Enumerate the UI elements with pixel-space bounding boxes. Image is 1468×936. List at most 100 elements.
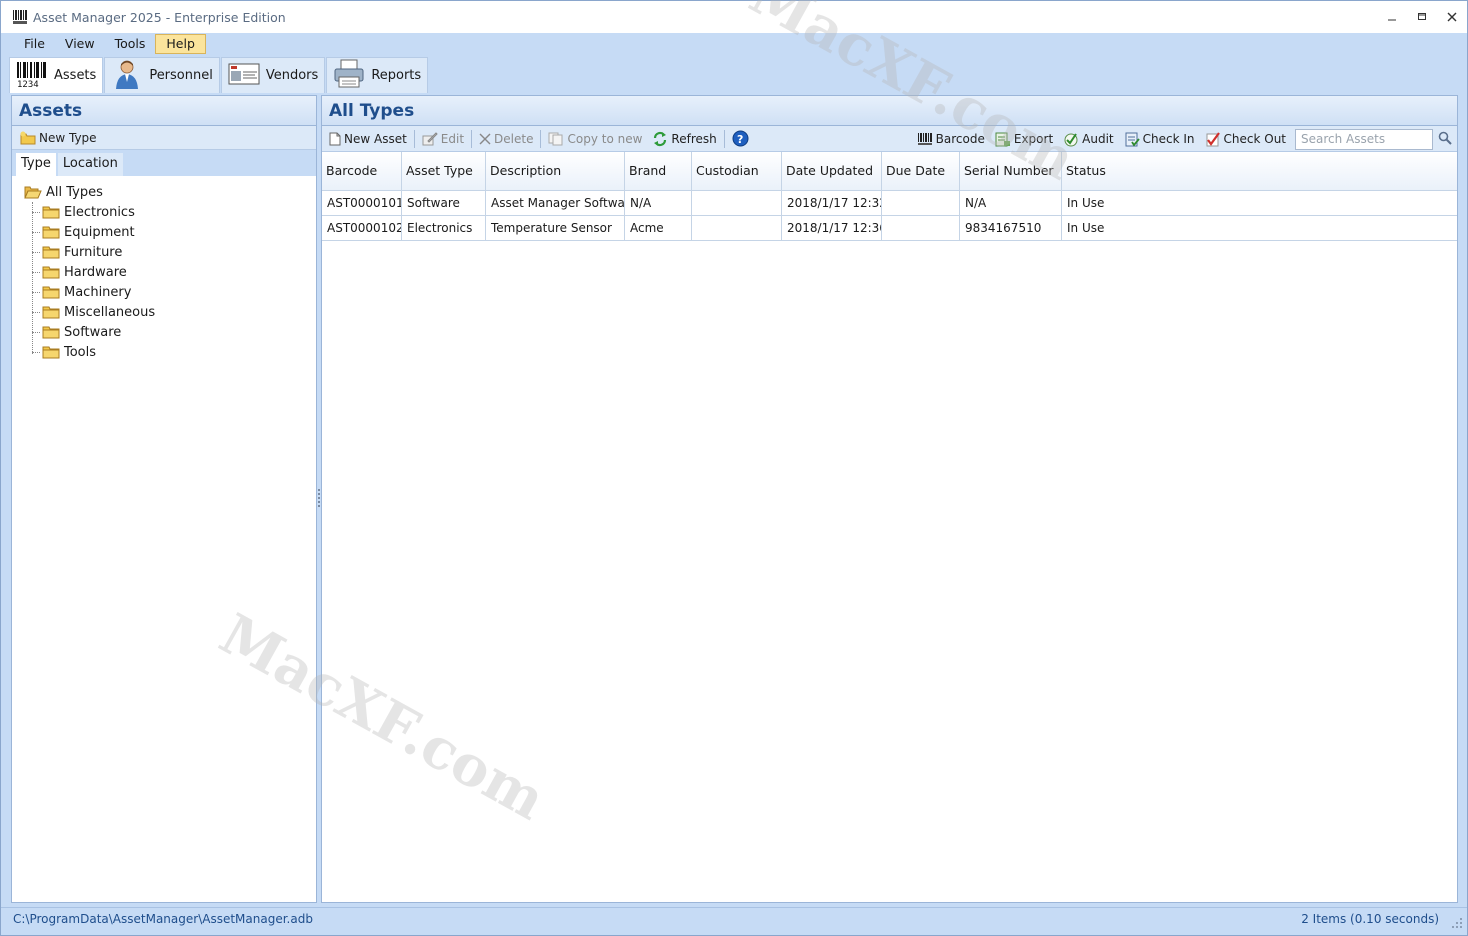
folder-icon xyxy=(42,205,60,219)
new-asset-button[interactable]: New Asset xyxy=(324,128,412,150)
new-document-icon xyxy=(329,132,341,146)
delete-x-icon xyxy=(479,133,491,145)
export-icon xyxy=(995,131,1011,147)
table-cell: 2018/1/17 12:36 xyxy=(782,216,882,240)
column-header-asset-type[interactable]: Asset Type xyxy=(402,152,486,190)
tree-label: Tools xyxy=(64,344,97,360)
tree-label: Machinery xyxy=(64,284,132,300)
tree-label: Hardware xyxy=(64,264,127,280)
barcode-label: Barcode xyxy=(935,132,985,146)
column-header-barcode[interactable]: Barcode xyxy=(322,152,402,190)
edit-icon xyxy=(422,131,438,146)
splitter-grip[interactable] xyxy=(318,489,320,507)
table-cell: In Use xyxy=(1067,221,1105,235)
table-cell: N/A xyxy=(625,191,692,215)
tree-node-software[interactable]: Software xyxy=(22,322,316,342)
audit-label: Audit xyxy=(1082,132,1114,146)
refresh-label: Refresh xyxy=(671,131,717,146)
right-panel-title: All Types xyxy=(322,96,1457,126)
maximize-button[interactable] xyxy=(1407,1,1437,33)
table-cell: AST0000101 xyxy=(322,191,402,215)
close-button[interactable] xyxy=(1437,1,1467,33)
tree-label: Equipment xyxy=(64,224,135,240)
table-row[interactable]: AST0000101 Software Asset Manager Software… xyxy=(322,191,1457,216)
table-cell: N/A xyxy=(960,191,1062,215)
column-header-serial-number[interactable]: Serial Number xyxy=(960,152,1062,190)
tab-type[interactable]: Type xyxy=(16,153,56,176)
refresh-button[interactable]: Refresh xyxy=(647,128,721,150)
column-header-custodian[interactable]: Custodian xyxy=(692,152,782,190)
delete-button[interactable]: Delete xyxy=(474,128,538,150)
new-type-label: New Type xyxy=(39,130,97,145)
tree-node-furniture[interactable]: Furniture xyxy=(22,242,316,262)
copy-to-new-button[interactable]: Copy to new xyxy=(543,128,647,150)
module-tab-bar: 1234 Assets Personnel Vendors Reports xyxy=(9,57,429,93)
module-tab-reports[interactable]: Reports xyxy=(326,57,429,93)
folder-icon xyxy=(42,305,60,319)
tab-location[interactable]: Location xyxy=(57,153,123,176)
table-row[interactable]: AST0000102 Electronics Temperature Sensor A… xyxy=(322,216,1457,241)
tree-node-all-types[interactable]: All Types xyxy=(22,182,316,202)
check-in-button[interactable]: Check In xyxy=(1119,128,1200,150)
module-tab-assets[interactable]: 1234 Assets xyxy=(9,57,104,93)
column-header-due-date[interactable]: Due Date xyxy=(882,152,960,190)
tree-node-miscellaneous[interactable]: Miscellaneous xyxy=(22,302,316,322)
module-label-reports: Reports xyxy=(371,68,422,83)
check-out-button[interactable]: Check Out xyxy=(1200,128,1291,150)
table-cell: In Use xyxy=(1067,196,1105,210)
check-in-label: Check In xyxy=(1142,132,1195,146)
column-header-status[interactable]: Status xyxy=(1062,152,1457,190)
svg-text:?: ? xyxy=(737,133,743,146)
tree-node-equipment[interactable]: Equipment xyxy=(22,222,316,242)
table-cell: AST0000102 xyxy=(322,216,402,240)
new-type-button[interactable]: New Type xyxy=(15,127,102,149)
table-cell: Electronics xyxy=(402,216,486,240)
toolbar-separator xyxy=(540,129,542,148)
search-input[interactable]: Search Assets xyxy=(1295,128,1433,150)
table-cell xyxy=(692,216,782,240)
help-button[interactable]: ? xyxy=(727,128,757,150)
menu-tools[interactable]: Tools xyxy=(105,34,156,54)
left-toolbar: New Type xyxy=(12,126,316,150)
help-question-icon: ? xyxy=(732,130,749,147)
folder-icon xyxy=(42,225,60,239)
check-in-icon xyxy=(1124,131,1140,147)
table-cell: Asset Manager Software xyxy=(486,191,625,215)
tree-node-tools[interactable]: Tools xyxy=(22,342,316,362)
menu-help[interactable]: Help xyxy=(155,34,206,54)
search-button[interactable] xyxy=(1435,129,1455,149)
person-icon xyxy=(111,58,143,94)
tree-label: Miscellaneous xyxy=(64,304,156,320)
minimize-button[interactable] xyxy=(1377,1,1407,33)
vendor-card-icon xyxy=(228,62,260,90)
table-cell: Software xyxy=(402,191,486,215)
export-button[interactable]: Export xyxy=(990,128,1058,150)
folder-icon xyxy=(42,285,60,299)
audit-button[interactable]: Audit xyxy=(1058,128,1118,150)
module-tab-vendors[interactable]: Vendors xyxy=(220,57,326,93)
menu-file[interactable]: File xyxy=(14,34,55,54)
column-header-description[interactable]: Description xyxy=(486,152,625,190)
tree-label: Software xyxy=(64,324,122,340)
barcode-app-icon xyxy=(12,9,28,25)
edit-button[interactable]: Edit xyxy=(417,128,469,150)
tree-node-hardware[interactable]: Hardware xyxy=(22,262,316,282)
new-asset-label: New Asset xyxy=(344,131,407,146)
column-header-brand[interactable]: Brand xyxy=(625,152,692,190)
resize-grip-icon[interactable] xyxy=(1451,914,1463,928)
title-bar: Asset Manager 2025 - Enterprise Edition xyxy=(1,1,1467,33)
table-cell: Acme xyxy=(625,216,692,240)
module-label-vendors: Vendors xyxy=(265,68,319,83)
folder-open-icon xyxy=(24,185,42,199)
toolbar-separator xyxy=(723,129,725,148)
table-cell xyxy=(882,216,960,240)
toolbar-separator xyxy=(413,129,415,148)
barcode-button[interactable]: Barcode xyxy=(912,128,990,150)
column-header-date-updated[interactable]: Date Updated xyxy=(782,152,882,190)
folder-icon xyxy=(42,265,60,279)
tree-node-electronics[interactable]: Electronics xyxy=(22,202,316,222)
left-panel-title: Assets xyxy=(12,96,316,126)
tree-node-machinery[interactable]: Machinery xyxy=(22,282,316,302)
menu-view[interactable]: View xyxy=(55,34,105,54)
module-tab-personnel[interactable]: Personnel xyxy=(104,57,220,93)
